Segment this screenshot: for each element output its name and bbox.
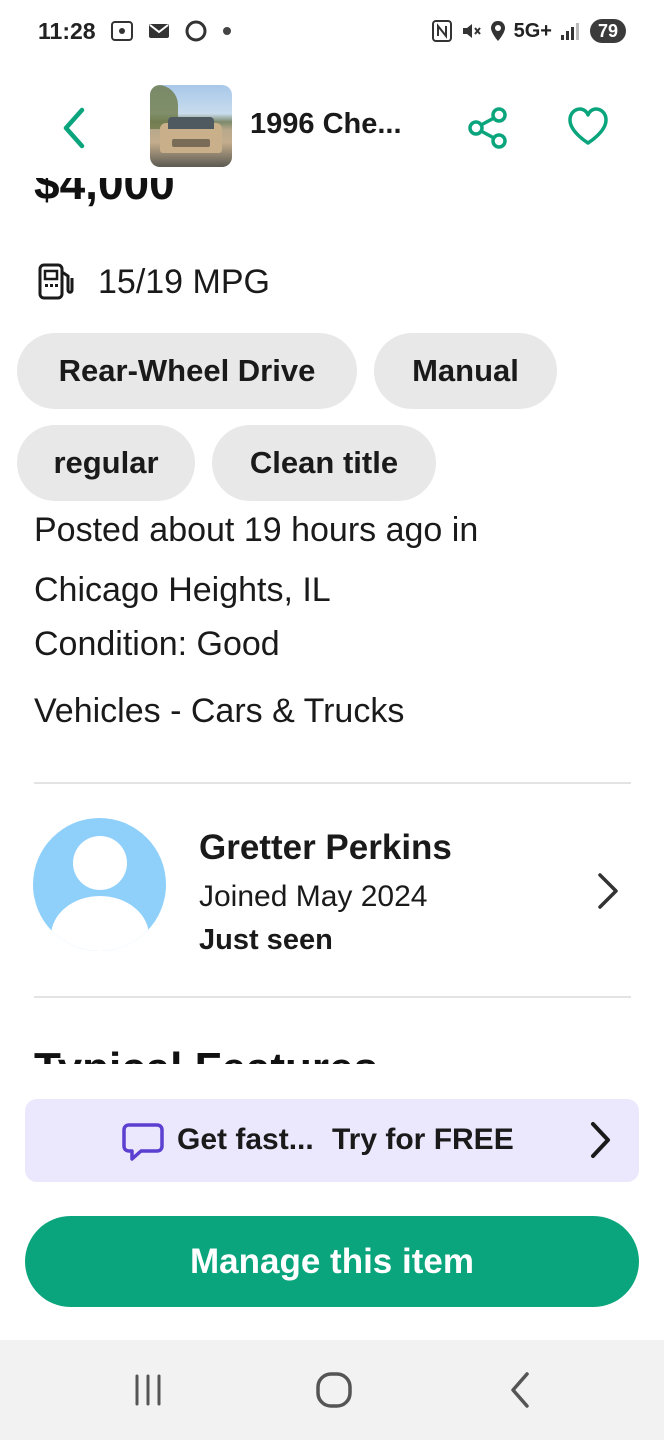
status-bar: 11:28 5G+ 79 (0, 0, 664, 62)
home-button[interactable] (304, 1368, 364, 1412)
features-clip: Typical Features (0, 1040, 664, 1064)
header: 1996 Che... (0, 78, 664, 178)
chevron-right-icon (591, 1122, 610, 1158)
location-icon (490, 21, 505, 41)
circle-status-icon (185, 20, 207, 42)
battery-badge: 79 (589, 19, 626, 43)
fuel-pump-icon (38, 263, 74, 300)
chat-bubble-icon (122, 1123, 164, 1161)
listing-thumbnail[interactable] (150, 85, 232, 167)
promo-banner[interactable]: Get fast... Try for FREE (25, 1099, 639, 1182)
seller-joined: Joined May 2024 (199, 880, 428, 913)
back-arrow-icon (511, 1372, 529, 1408)
thumbnail-car-window (168, 117, 214, 129)
share-icon (468, 107, 507, 149)
status-right: 5G+ 79 (431, 19, 626, 43)
mute-icon (462, 24, 481, 38)
price-clip: $4,000 (0, 178, 664, 228)
promo-cta[interactable]: Try for FREE (332, 1123, 514, 1157)
thumbnail-car-grille (172, 139, 210, 147)
screen: 11:28 5G+ 79 1996 Che... $4,000 15/19 MP… (0, 0, 664, 1440)
recents-button[interactable] (118, 1368, 178, 1412)
chip-cab-type: regular (17, 425, 195, 501)
system-back-button[interactable] (490, 1368, 550, 1412)
seller-last-seen: Just seen (199, 924, 333, 956)
chevron-right-icon (598, 873, 618, 909)
screenshot-icon (110, 21, 133, 41)
system-nav-bar (0, 1340, 664, 1440)
divider (34, 782, 631, 784)
header-title: 1996 Che... (250, 108, 402, 140)
seller-row[interactable]: Gretter Perkins Joined May 2024 Just see… (0, 800, 664, 980)
heart-icon (568, 107, 608, 145)
signal-icon (560, 23, 579, 40)
share-button[interactable] (466, 106, 514, 150)
mpg-row: 15/19 MPG (36, 262, 270, 302)
home-icon (316, 1372, 352, 1408)
chip-title-status: Clean title (212, 425, 436, 501)
posted-info: Posted about 19 hours ago in Chicago Hei… (34, 511, 479, 609)
status-time: 11:28 (38, 17, 96, 44)
avatar (33, 818, 166, 951)
manage-item-button[interactable]: Manage this item (25, 1216, 639, 1307)
avatar-shoulders (51, 896, 149, 951)
chevron-left-icon (63, 107, 85, 149)
avatar-head (73, 836, 127, 890)
listing-price: $4,000 (34, 178, 175, 209)
divider (34, 996, 631, 998)
mail-icon (148, 24, 169, 38)
mpg-text: 15/19 MPG (98, 262, 270, 301)
category-text: Vehicles - Cars & Trucks (34, 692, 405, 730)
network-label: 5G+ (513, 19, 552, 42)
recents-icon (135, 1374, 161, 1406)
nfc-icon (431, 20, 452, 42)
status-left: 11:28 (38, 18, 232, 45)
chip-transmission: Manual (374, 333, 557, 409)
chip-drive: Rear-Wheel Drive (17, 333, 357, 409)
features-title: Typical Features (34, 1044, 378, 1064)
promo-text: Get fast... (177, 1123, 314, 1156)
back-button[interactable] (52, 102, 96, 154)
dot-icon (222, 27, 231, 35)
condition-text: Condition: Good (34, 625, 280, 663)
seller-name: Gretter Perkins (199, 828, 452, 867)
favorite-button[interactable] (566, 106, 612, 150)
